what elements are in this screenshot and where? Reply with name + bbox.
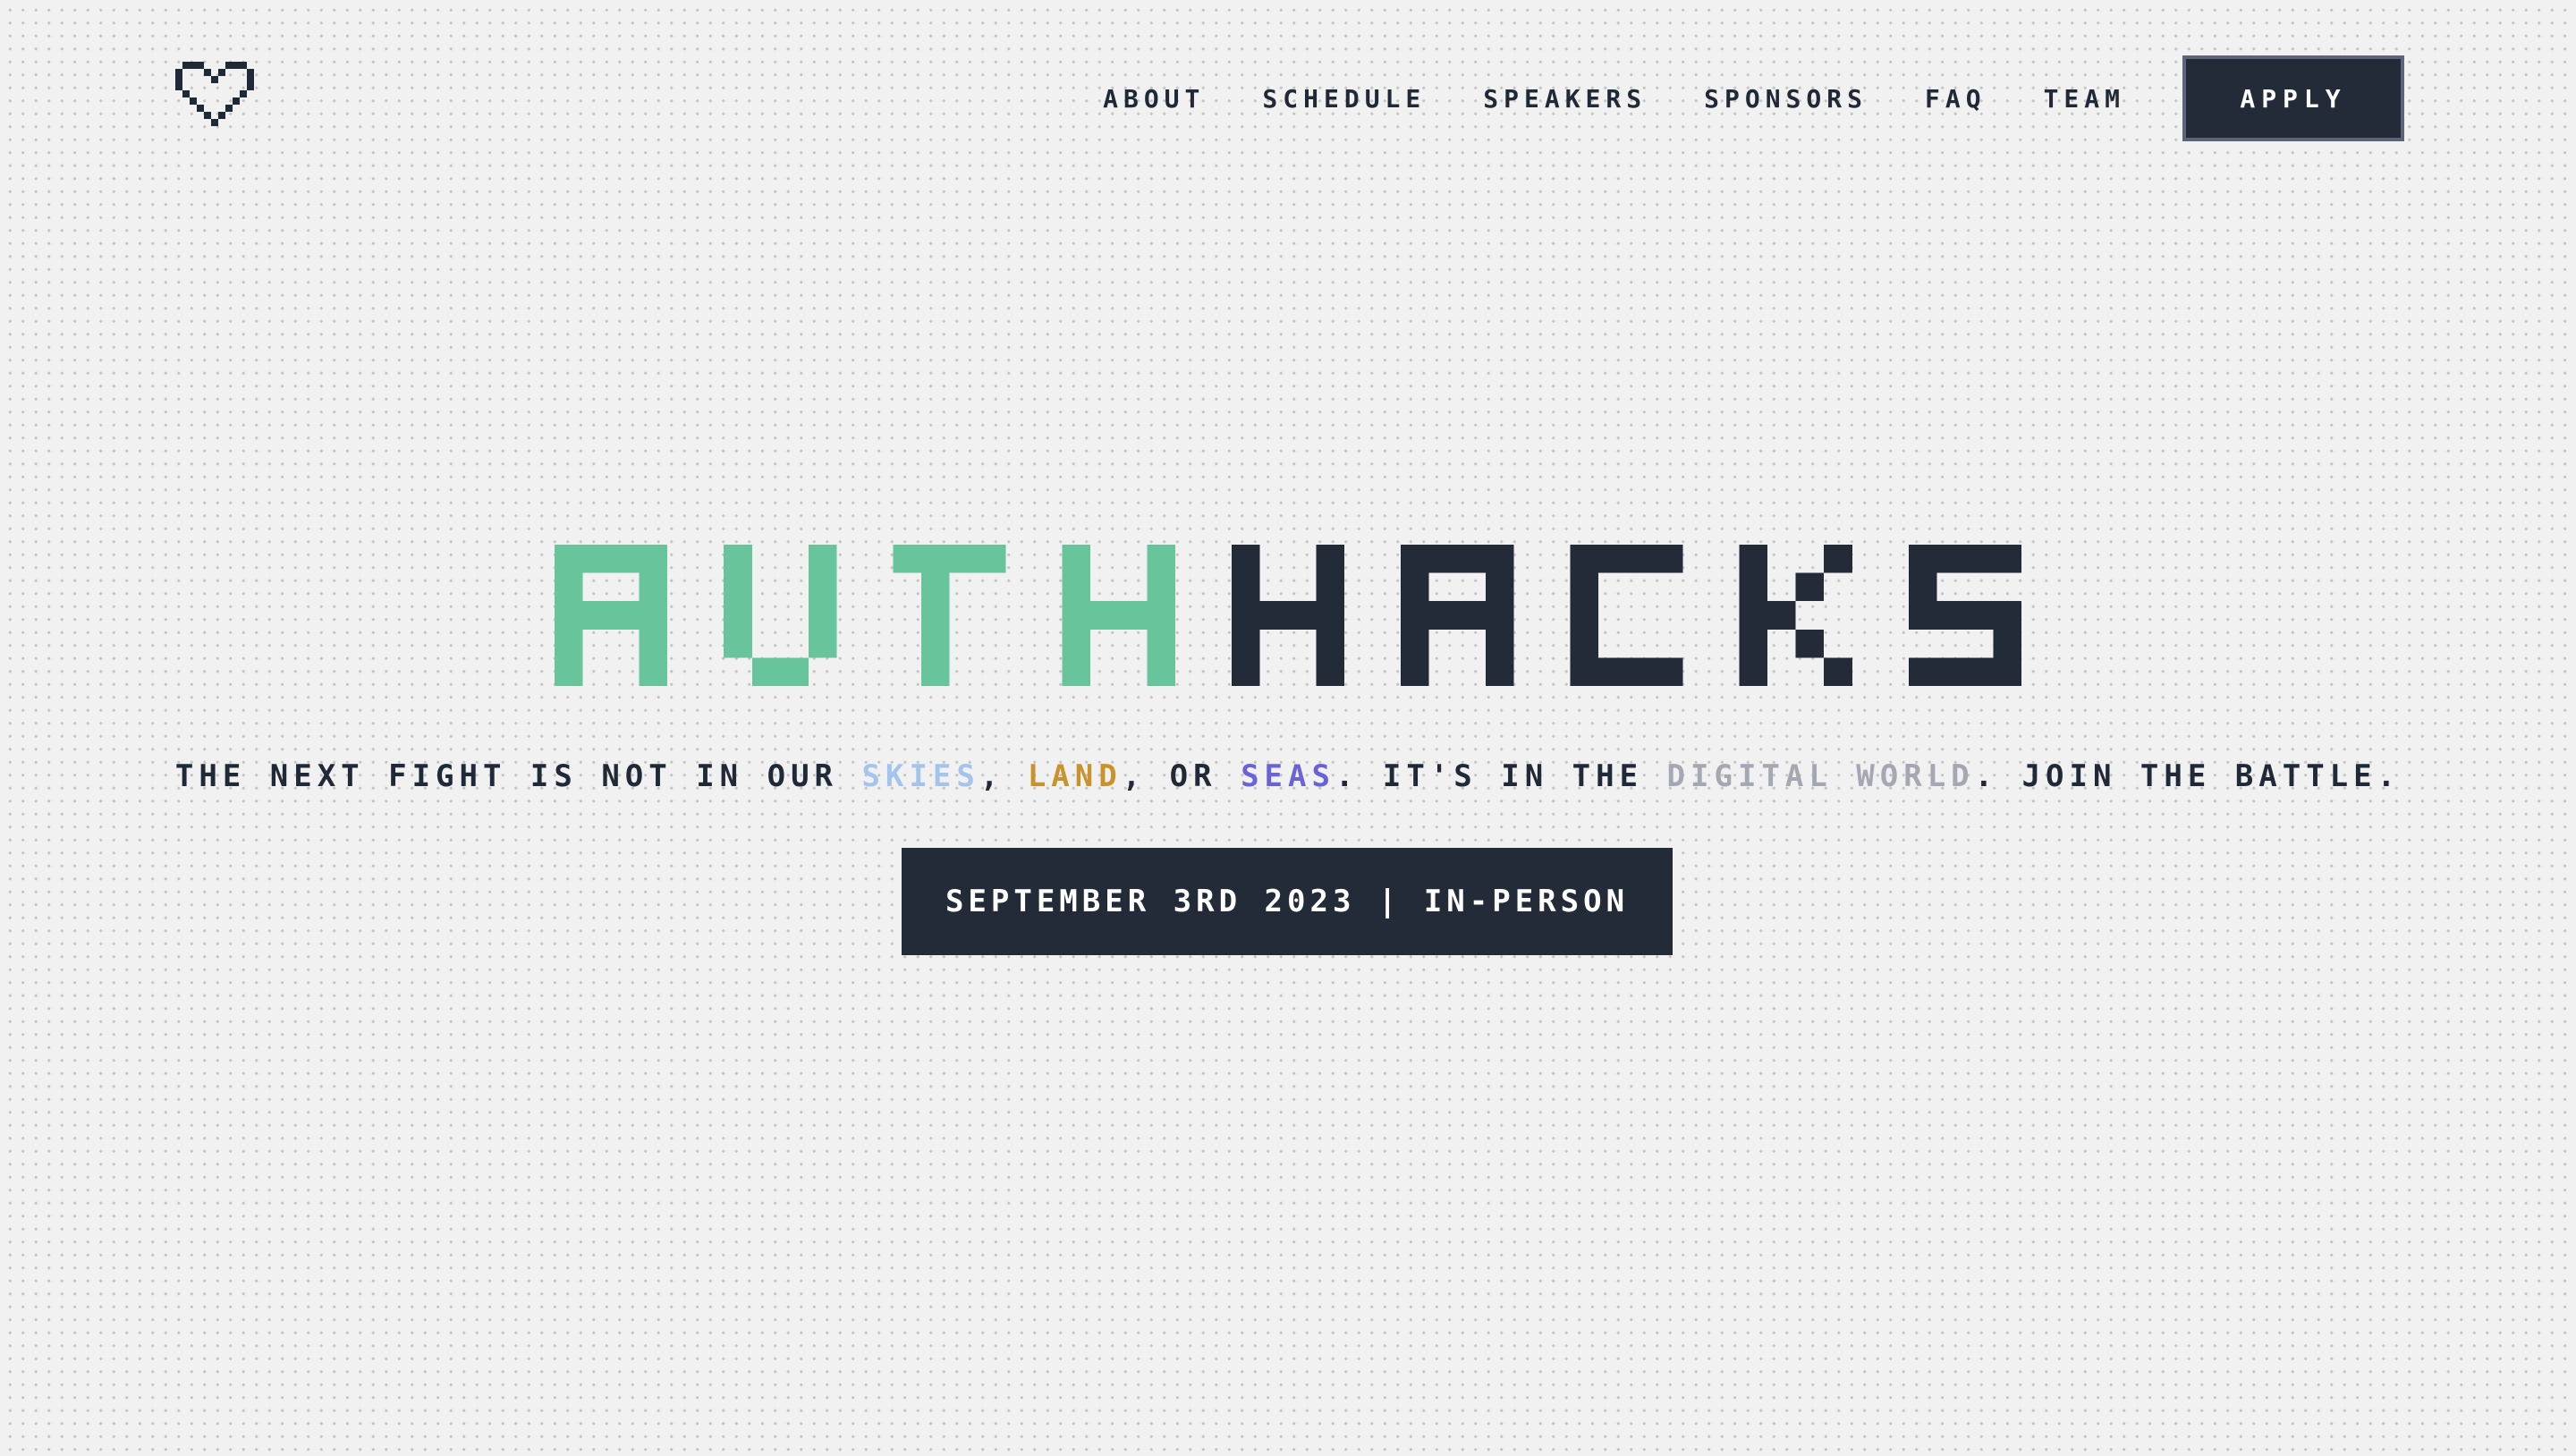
hero-title-hacks-s [1908,545,2021,686]
nav-faq-link[interactable]: FAQ [1925,84,1987,114]
event-date-badge: September 3rd 2023 | In-Person [902,848,1673,955]
apply-button[interactable]: Apply [2182,55,2404,141]
tagline-text: , [979,758,1028,794]
hero-title: AUTH HACKS [555,540,2021,690]
tagline-text: . It's in the [1335,758,1667,794]
nav-schedule-link[interactable]: Schedule [1262,84,1426,114]
tagline-digital-world: digital world [1666,758,1975,794]
tagline-skies: skies [861,758,980,794]
tagline-text: . Join the battle. [1974,758,2402,794]
main-nav: About Schedule Speakers Sponsors FAQ Tea… [1103,55,2404,141]
nav-team-link[interactable]: Team [2044,84,2125,114]
nav-speakers-link[interactable]: Speakers [1483,84,1647,114]
nav-about-link[interactable]: About [1103,84,1205,114]
tagline-seas: seas [1241,758,1335,794]
home-logo-link[interactable] [175,61,254,134]
tagline-land: land [1027,758,1123,794]
pixel-heart-icon [175,62,254,126]
tagline-text: The next fight is not in our [174,758,862,794]
tagline-text: , or [1122,758,1241,794]
hero-tagline: The next fight is not in our skies, land… [0,758,2576,794]
nav-sponsors-link[interactable]: Sponsors [1704,84,1868,114]
hero-title-hacks: HACKS [1231,545,1852,686]
hero-title-auth: AUTH [555,545,1175,686]
